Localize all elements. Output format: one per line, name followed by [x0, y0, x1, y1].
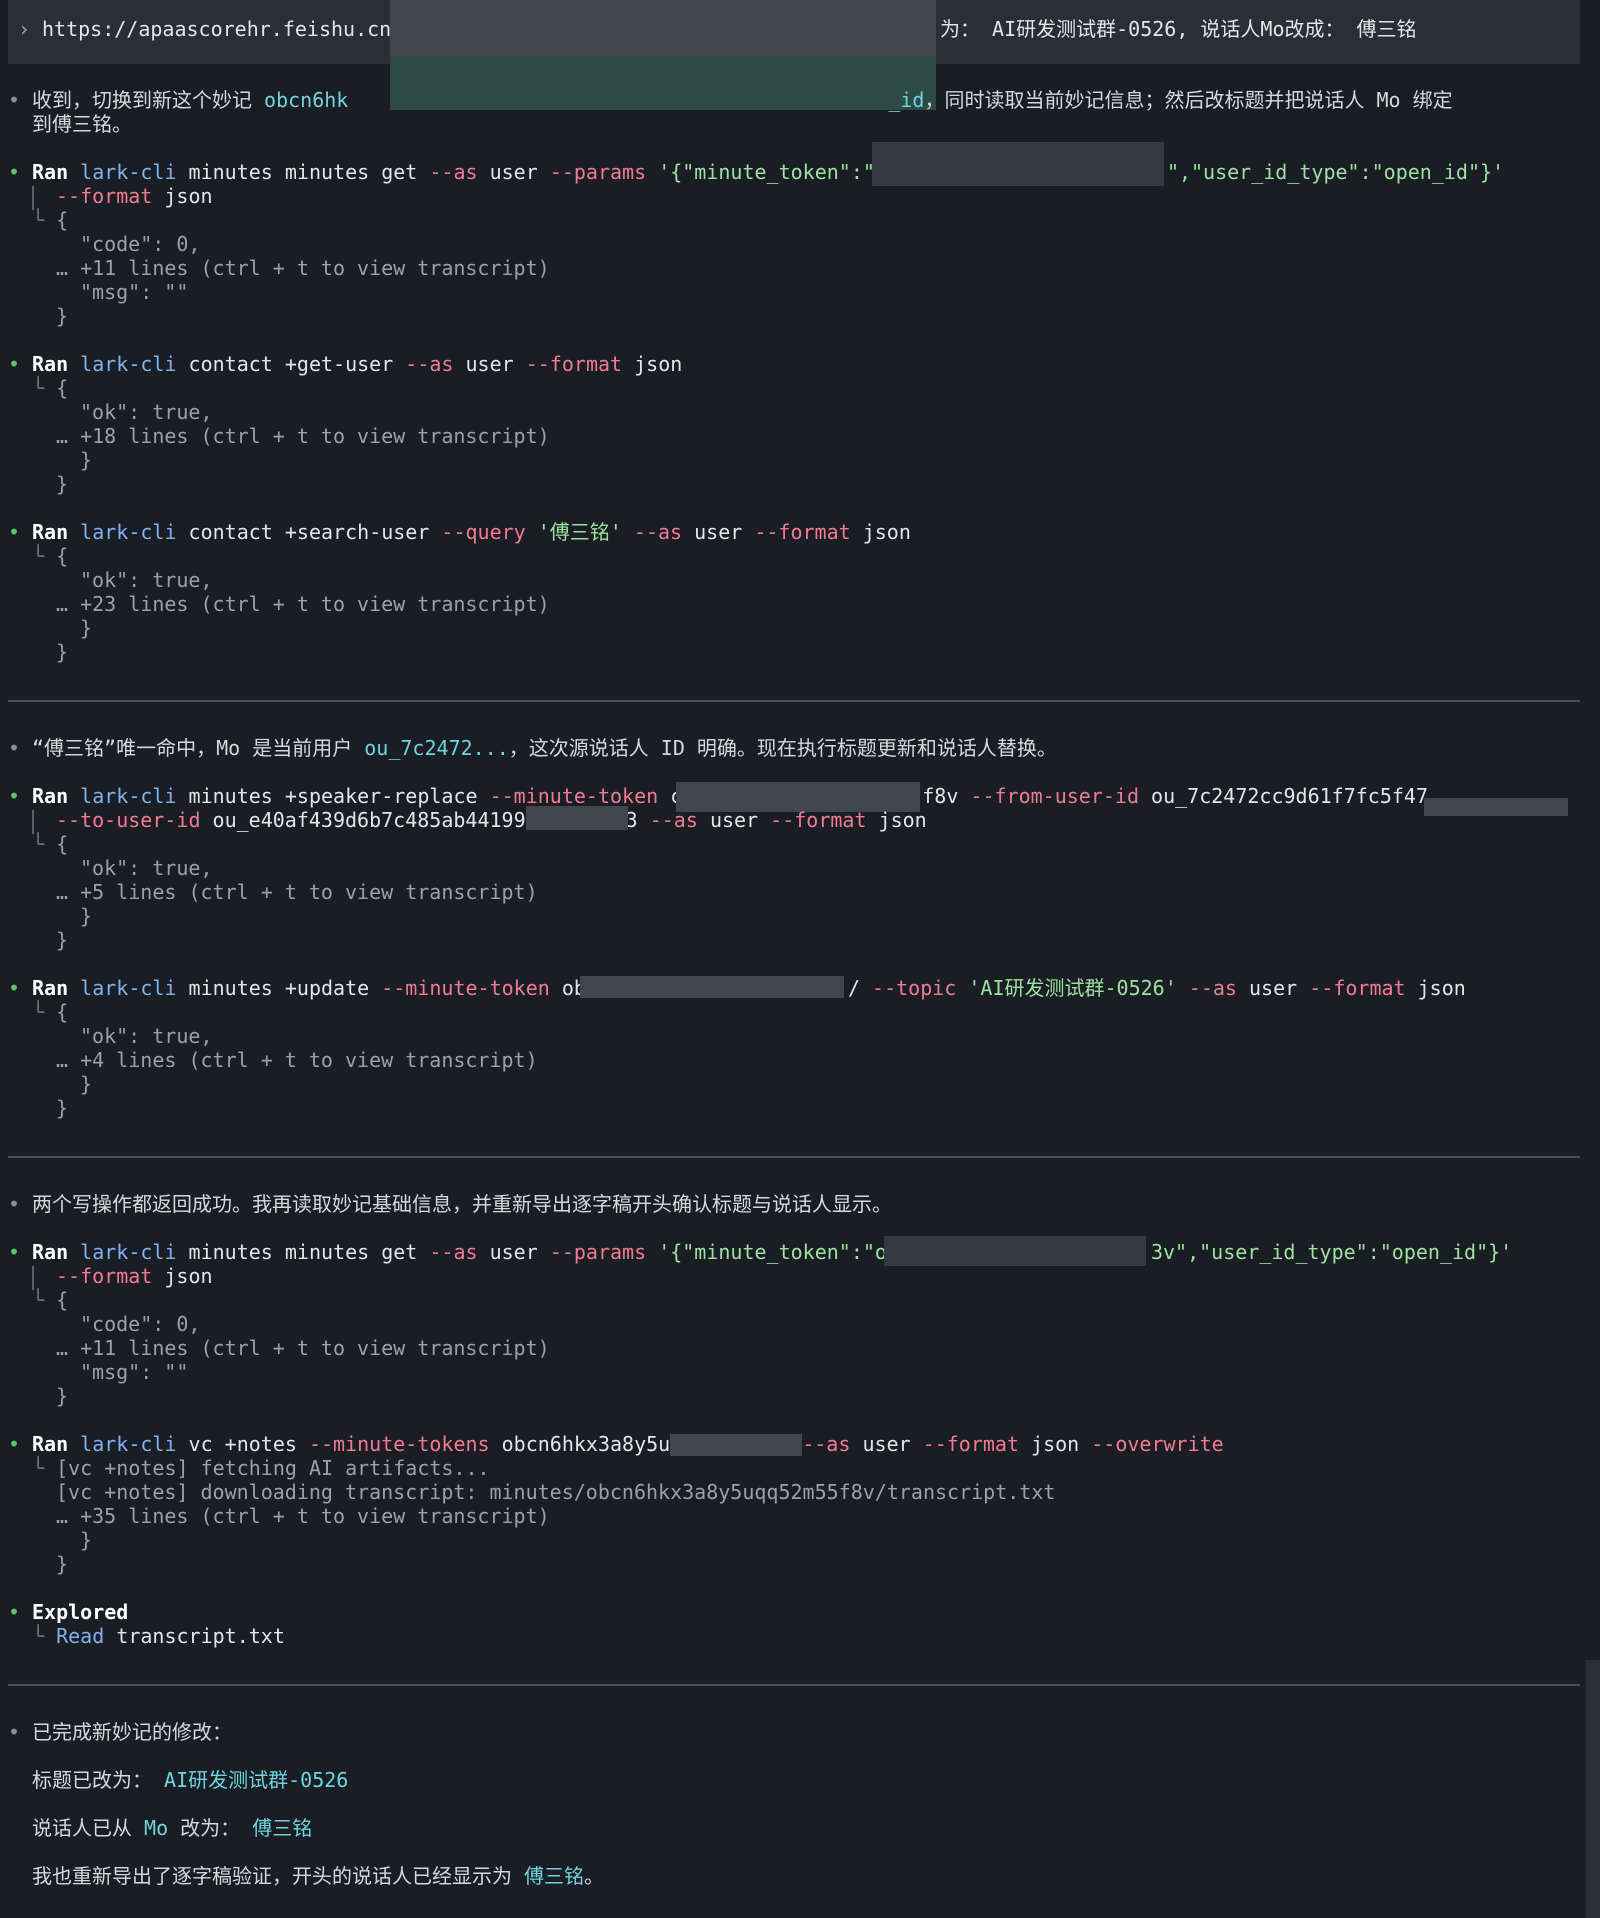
bullet-icon: •	[8, 352, 21, 376]
assistant-message-cont: 到傅三铭。	[32, 112, 132, 136]
assistant-message: • “傅三铭”唯一命中，Mo 是当前用户 ou_7c2472...，这次源说话人 …	[8, 736, 1057, 760]
bullet-icon: •	[8, 520, 21, 544]
bullet-icon: •	[8, 1240, 21, 1264]
tool-output: └ {	[32, 832, 69, 856]
tool-output: └ {	[32, 376, 69, 400]
assistant-message: • 已完成新妙记的修改：	[8, 1720, 232, 1744]
output-line: "msg": ""	[80, 1360, 189, 1384]
prompt-url[interactable]: https://apaascorehr.feishu.cn/	[42, 17, 403, 41]
redaction	[390, 0, 936, 56]
output-line: "ok": true,	[80, 400, 213, 424]
tool-output: └ {	[32, 1288, 69, 1312]
section-divider	[8, 700, 1580, 702]
output-line: }	[56, 304, 69, 328]
redaction	[670, 1434, 802, 1456]
output-line: }	[56, 1096, 69, 1120]
output-line: "ok": true,	[80, 1024, 213, 1048]
prompt-tail: 为： AI研发测试群-0526, 说话人Mo改成： 傅三铭	[940, 17, 1417, 41]
bullet-icon: •	[8, 736, 21, 760]
explored-item: └ Read transcript.txt	[32, 1624, 285, 1648]
tool-output: └ {	[32, 1000, 69, 1024]
collapsed-lines[interactable]: … +11 lines (ctrl + t to view transcript…	[0, 256, 1600, 280]
collapsed-lines[interactable]: … +5 lines (ctrl + t to view transcript)	[0, 880, 1600, 904]
collapsed-lines[interactable]: … +35 lines (ctrl + t to view transcript…	[0, 1504, 1600, 1528]
output-line: }	[56, 640, 69, 664]
bullet-icon: •	[8, 88, 21, 112]
output-line: }	[56, 1384, 69, 1408]
output-line: }	[80, 448, 93, 472]
explored-section[interactable]: • Explored	[0, 1600, 1600, 1624]
output-line: }	[56, 928, 69, 952]
redaction	[526, 806, 628, 830]
collapsed-lines[interactable]: … +4 lines (ctrl + t to view transcript)	[0, 1048, 1600, 1072]
output-line: "msg": ""	[80, 280, 189, 304]
output-line: }	[56, 1552, 69, 1576]
tool-call-get-user[interactable]: • Ran lark-cli contact +get-user --as use…	[0, 352, 1600, 376]
output-line: }	[56, 472, 69, 496]
collapsed-lines[interactable]: … +11 lines (ctrl + t to view transcript…	[0, 1336, 1600, 1360]
output-line: }	[80, 616, 93, 640]
redaction	[884, 1236, 1146, 1266]
command-continuation: --format json	[56, 184, 213, 208]
assistant-message: • 收到，切换到新这个妙记 obcn6hk _id，同时读取当前妙记信息；然后改标题…	[8, 88, 1453, 112]
redaction	[872, 142, 1164, 186]
bullet-icon: •	[8, 784, 21, 808]
tool-call-minutes-get[interactable]: • Ran lark-cli minutes minutes get --as u…	[0, 1240, 1600, 1264]
speaker-summary: 说话人已从 Mo 改为： 傅三铭	[32, 1816, 313, 1840]
section-divider	[8, 1156, 1580, 1158]
chevron-right-icon: ›	[18, 17, 31, 41]
tool-call-minutes-get[interactable]: • Ran lark-cli minutes minutes get --as u…	[0, 160, 1600, 184]
user-id-link[interactable]: ou_7c2472...	[364, 736, 509, 760]
command-continuation: --to-user-id ou_e40af439d6b7c485ab44199 3…	[56, 808, 927, 832]
bullet-icon: •	[8, 1192, 21, 1216]
output-line: "ok": true,	[80, 856, 213, 880]
title-summary: 标题已改为： AI研发测试群-0526	[32, 1768, 349, 1792]
output-line: [vc +notes] downloading transcript: minu…	[56, 1480, 1056, 1504]
bullet-icon: •	[8, 976, 21, 1000]
assistant-message: • 两个写操作都返回成功。我再读取妙记基础信息，并重新导出逐字稿开头确认标题与说话…	[8, 1192, 892, 1216]
tool-call-search-user[interactable]: • Ran lark-cli contact +search-user --que…	[0, 520, 1600, 544]
output-line: }	[80, 904, 93, 928]
tool-output: └ {	[32, 208, 69, 232]
command-continuation: --format json	[56, 1264, 213, 1288]
tool-output: └ {	[32, 544, 69, 568]
section-divider	[8, 1684, 1580, 1686]
output-line: }	[80, 1528, 93, 1552]
output-line: "ok": true,	[80, 568, 213, 592]
bullet-icon: •	[8, 1720, 21, 1744]
redaction	[580, 976, 844, 998]
bullet-icon: •	[8, 160, 21, 184]
output-line: "code": 0,	[80, 232, 201, 256]
bullet-icon: •	[8, 1432, 21, 1456]
output-line: }	[80, 1072, 93, 1096]
collapsed-lines[interactable]: … +18 lines (ctrl + t to view transcript…	[0, 424, 1600, 448]
collapsed-lines[interactable]: … +23 lines (ctrl + t to view transcript…	[0, 592, 1600, 616]
verify-summary: 我也重新导出了逐字稿验证，开头的说话人已经显示为 傅三铭。	[32, 1864, 605, 1888]
minute-token-link[interactable]: obcn6hk	[264, 88, 348, 112]
tool-output: └ [vc +notes] fetching AI artifacts...	[32, 1456, 490, 1480]
file-name[interactable]: transcript.txt	[116, 1624, 285, 1648]
bullet-icon: •	[8, 1600, 21, 1624]
output-line: "code": 0,	[80, 1312, 201, 1336]
